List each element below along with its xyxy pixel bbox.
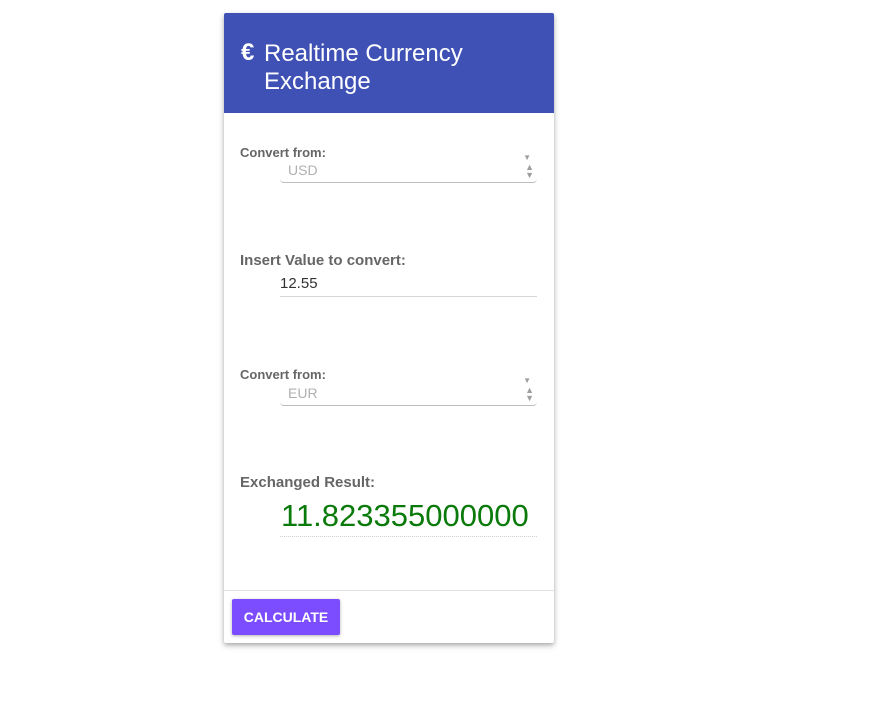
calculate-button[interactable]: CALCULATE: [232, 599, 340, 635]
up-down-arrows-icon: ▲ ▼: [525, 162, 534, 180]
euro-icon: €: [241, 39, 255, 66]
result-field: 11.823355000000: [280, 497, 537, 537]
result-label: Exchanged Result:: [240, 474, 376, 491]
value-input-field[interactable]: [280, 271, 537, 297]
value-input[interactable]: [280, 271, 537, 295]
to-currency-value: EUR: [288, 385, 318, 401]
up-down-arrows-icon: ▲ ▼: [525, 385, 534, 403]
converter-card: € Realtime Currency Exchange Convert fro…: [224, 13, 554, 643]
card-footer: CALCULATE: [224, 590, 554, 643]
from-currency-select[interactable]: ▼ USD ▲ ▼: [280, 152, 537, 183]
result-value: 11.823355000000: [281, 498, 529, 533]
value-label: Insert Value to convert:: [240, 252, 406, 269]
dropdown-caret-icon: ▼: [523, 153, 531, 162]
from-currency-value: USD: [288, 162, 318, 178]
dropdown-caret-icon: ▼: [523, 376, 531, 385]
card-header: € Realtime Currency Exchange: [224, 13, 554, 113]
page-title: Realtime Currency Exchange: [264, 40, 463, 95]
to-currency-select[interactable]: ▼ EUR ▲ ▼: [280, 375, 537, 406]
